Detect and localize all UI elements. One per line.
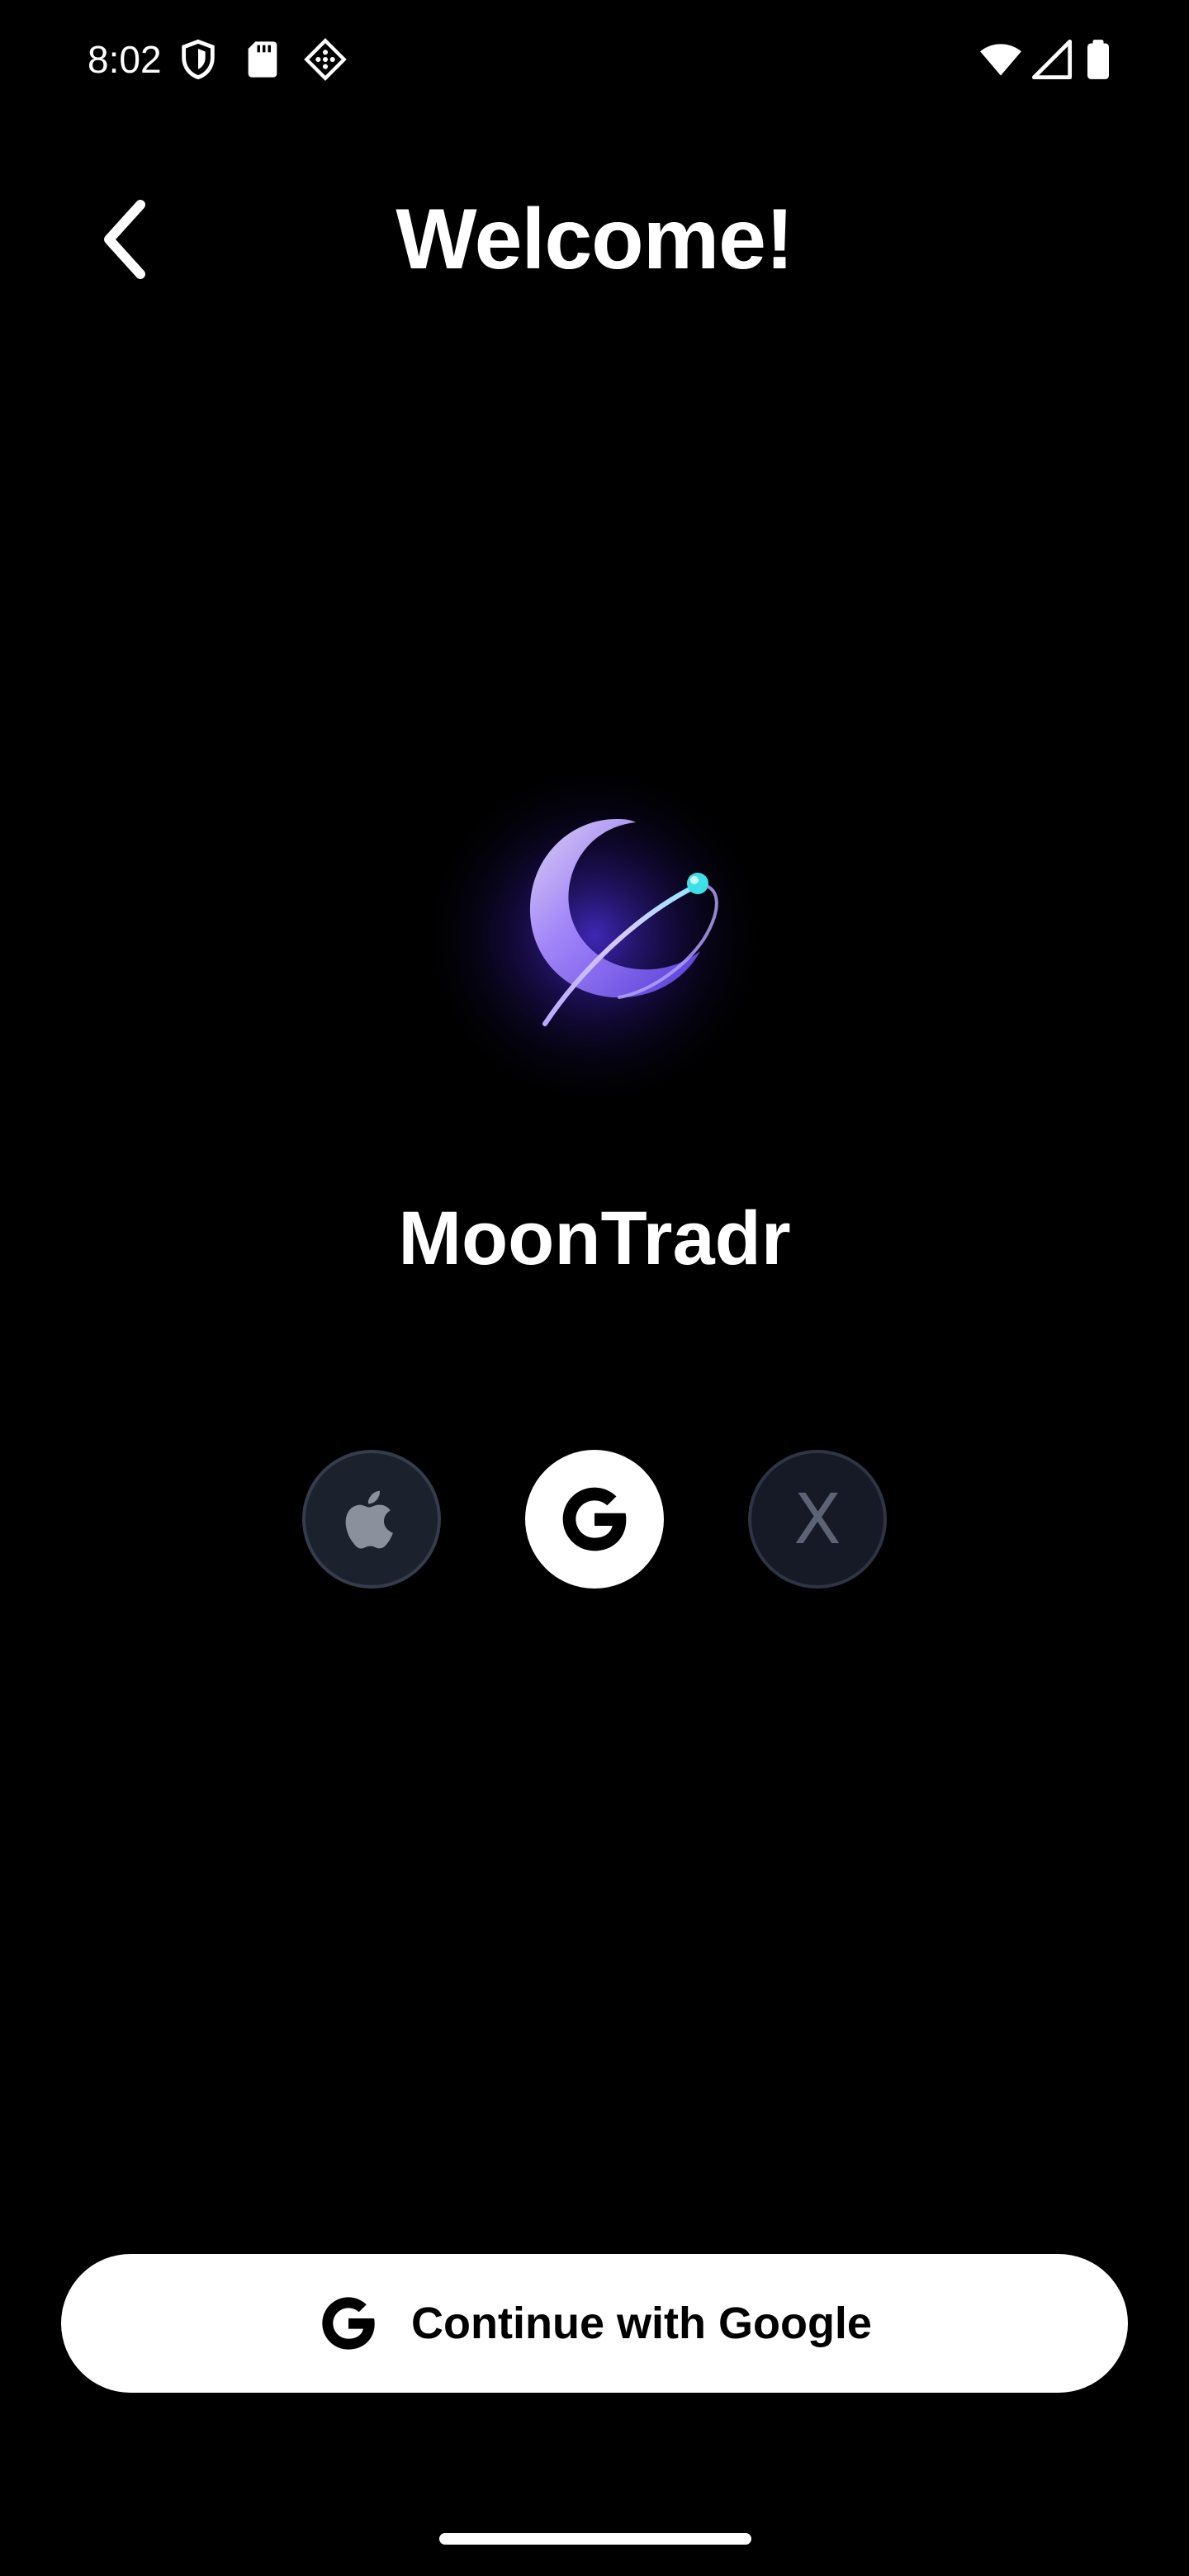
sd-card-icon: [241, 38, 284, 81]
google-signin-option[interactable]: [525, 1450, 664, 1589]
shield-icon: [177, 38, 220, 81]
battery-icon: [1082, 38, 1115, 81]
page-title: Welcome!: [396, 192, 793, 287]
diamond-grid-icon: [304, 38, 347, 81]
x-signin-option[interactable]: X: [748, 1450, 887, 1589]
apple-icon: [339, 1482, 405, 1556]
apple-signin-option[interactable]: [302, 1450, 441, 1589]
wifi-icon: [978, 38, 1024, 81]
google-icon: [317, 2292, 380, 2355]
app-name: MoonTradr: [398, 1196, 791, 1281]
moon-orbit-logo-icon: [413, 743, 776, 1106]
home-indicator[interactable]: [439, 2533, 751, 2545]
x-icon: X: [793, 1479, 841, 1560]
google-icon: [557, 1481, 632, 1557]
continue-with-google-button[interactable]: Continue with Google: [61, 2254, 1128, 2393]
status-bar: 8:02: [0, 0, 1189, 116]
cellular-signal-icon: [1030, 38, 1073, 81]
status-time: 8:02: [88, 38, 162, 81]
continue-button-label: Continue with Google: [411, 2299, 872, 2348]
